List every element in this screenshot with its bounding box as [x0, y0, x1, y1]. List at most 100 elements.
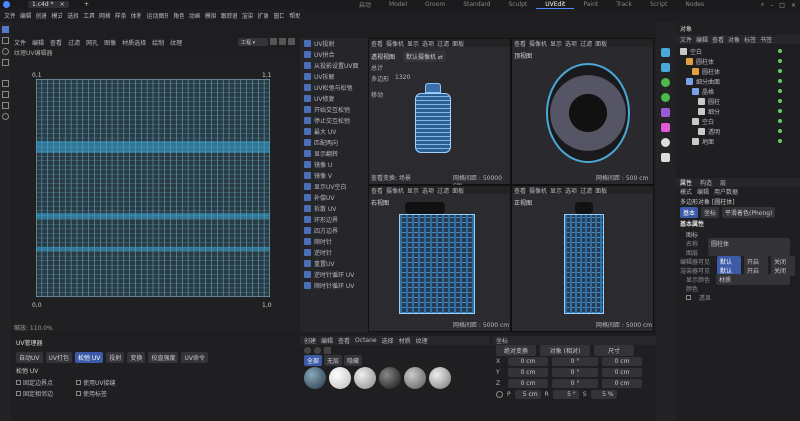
- layout-tab[interactable]: 启动: [350, 0, 380, 9]
- uv-manager-tab[interactable]: 投射: [106, 351, 125, 363]
- viewport-menu-item[interactable]: 过滤: [437, 39, 449, 48]
- uv-tool-button[interactable]: 逆时针循环 UV: [300, 269, 368, 280]
- uv-manager-tab[interactable]: 自动UV: [16, 351, 43, 363]
- visibility-dots[interactable]: [778, 109, 782, 113]
- main-menu-item[interactable]: 工具: [83, 11, 94, 20]
- uv-tool-button[interactable]: 显示UV空白: [300, 181, 368, 192]
- viewport-menu-item[interactable]: 查看: [514, 39, 526, 48]
- attr-tab[interactable]: 属性: [680, 178, 692, 187]
- main-menu-item[interactable]: 窗口: [273, 11, 284, 20]
- maximize-icon[interactable]: □: [779, 2, 785, 9]
- uv-tool-button[interactable]: 拆散 UV: [300, 203, 368, 214]
- material-menu-item[interactable]: 选择: [382, 336, 394, 345]
- object-row[interactable]: 细分曲面: [676, 76, 800, 86]
- objects-menu-item[interactable]: 对象: [728, 35, 740, 44]
- main-menu-item[interactable]: 动画: [189, 11, 200, 20]
- material-filter[interactable]: 无层: [324, 354, 343, 366]
- uv-menu-item[interactable]: 材质选择: [122, 38, 146, 47]
- main-menu-item[interactable]: 模式: [51, 11, 62, 20]
- display-color-dropdown[interactable]: 材质: [716, 274, 790, 285]
- viewport-menu-item[interactable]: 显示: [550, 186, 562, 195]
- uv-menu-item[interactable]: 图像: [104, 38, 116, 47]
- cloner-icon[interactable]: [661, 63, 670, 72]
- viewport-perspective[interactable]: 查看 摄像机 显示 选项 过滤 面板 透视视图 默认摄像机 ⇄ 总计 多边形 1320 移…: [368, 38, 511, 189]
- attr-menu-item[interactable]: 用户数据: [714, 187, 738, 196]
- uv-tool-button[interactable]: 最大 UV: [300, 126, 368, 137]
- viewport-menu-item[interactable]: 显示: [407, 39, 419, 48]
- uv-manager-option[interactable]: 固定相邻边: [16, 389, 76, 398]
- option-checkbox[interactable]: [76, 391, 81, 396]
- points-mode-icon[interactable]: [2, 80, 9, 87]
- main-menu-item[interactable]: 样条: [115, 11, 126, 20]
- xray-checkbox[interactable]: [686, 295, 691, 300]
- visibility-dots[interactable]: [778, 79, 782, 83]
- coordinates-tab[interactable]: 坐标: [496, 336, 508, 345]
- main-menu-item[interactable]: 选择: [67, 11, 78, 20]
- deformer-icon[interactable]: [661, 108, 670, 117]
- material-swatch[interactable]: [329, 367, 351, 389]
- uv-mode-dropdown[interactable]: 工程 ▾: [238, 38, 268, 46]
- main-menu-item[interactable]: 运动图形: [146, 11, 168, 20]
- fit-icon[interactable]: [270, 38, 277, 45]
- attr-menu-item[interactable]: 模式: [680, 187, 692, 196]
- picker-icon[interactable]: [324, 346, 331, 354]
- uv-tool-button[interactable]: 补偿UV: [300, 192, 368, 203]
- uv-tool-button[interactable]: UV拼合: [300, 49, 368, 60]
- disk-model[interactable]: [546, 63, 630, 163]
- object-row[interactable]: 晶格: [676, 86, 800, 96]
- viewport-front[interactable]: 查看 摄像机 显示 选项 过滤 面板 正视图 网格间距 : 5000 cm: [511, 185, 654, 332]
- visibility-dots[interactable]: [778, 119, 782, 123]
- uv-tool-button[interactable]: UV修复: [300, 93, 368, 104]
- object-row[interactable]: 细分: [676, 106, 800, 116]
- viewport-menu-item[interactable]: 查看: [371, 39, 383, 48]
- layout-tab[interactable]: UVEdit: [536, 1, 575, 9]
- uv-menu-item[interactable]: 编辑: [32, 38, 44, 47]
- reset-icon[interactable]: [496, 391, 503, 398]
- grid-toggle-icon[interactable]: [279, 38, 286, 45]
- coord-position-field[interactable]: 0 cm: [508, 368, 548, 377]
- uv-tool-button[interactable]: 四方边界: [300, 225, 368, 236]
- attr-subtab[interactable]: 基本: [680, 206, 699, 218]
- edges-mode-icon[interactable]: [2, 91, 9, 98]
- bottle-model[interactable]: [413, 83, 453, 173]
- magnet-icon[interactable]: [2, 113, 9, 120]
- viewport-menu-item[interactable]: 查看: [514, 186, 526, 195]
- visibility-dots[interactable]: [778, 139, 782, 143]
- new-tab-button[interactable]: +: [84, 1, 89, 8]
- uv-manager-tab[interactable]: 变换: [127, 351, 146, 363]
- polygons-mode-icon[interactable]: [2, 102, 9, 109]
- coord-position-field[interactable]: 0 cm: [508, 357, 548, 366]
- uv-menu-item[interactable]: 过滤: [68, 38, 80, 47]
- coord-rotation-field[interactable]: 0 °: [552, 379, 598, 388]
- viewport-menu-item[interactable]: 过滤: [580, 39, 592, 48]
- coord-mode-absolute[interactable]: 绝对变换: [496, 345, 536, 356]
- viewport-menu-item[interactable]: 显示: [407, 186, 419, 195]
- main-menu-item[interactable]: 角色: [173, 11, 184, 20]
- main-menu-item[interactable]: 帮助: [289, 11, 300, 20]
- main-menu-item[interactable]: 编辑: [20, 11, 31, 20]
- coord-mode-size[interactable]: 尺寸: [594, 345, 634, 356]
- objects-menu-item[interactable]: 编辑: [696, 35, 708, 44]
- viewport-menu-item[interactable]: 查看: [371, 186, 383, 195]
- add-material-icon[interactable]: [304, 346, 311, 354]
- close-tab-icon[interactable]: ×: [60, 1, 65, 8]
- material-menu-item[interactable]: Octane: [355, 337, 377, 344]
- viewport-menu-item[interactable]: 面板: [595, 186, 607, 195]
- uv-tool-button[interactable]: 镜像 U: [300, 159, 368, 170]
- material-filter[interactable]: 全部: [304, 354, 323, 366]
- object-row[interactable]: 圆柱: [676, 96, 800, 106]
- viewport-right[interactable]: 查看 摄像机 显示 选项 过滤 面板 右视图 网格间距 : 5000 cm: [368, 185, 511, 332]
- uv-tool-button[interactable]: 从投影设置UV面: [300, 60, 368, 71]
- layout-tab[interactable]: Model: [380, 1, 416, 8]
- camera-icon[interactable]: [661, 153, 670, 162]
- s-field[interactable]: 5 %: [590, 390, 617, 399]
- attr-tab[interactable]: 层: [720, 178, 726, 187]
- material-menu-item[interactable]: 查看: [338, 336, 350, 345]
- viewport-menu-item[interactable]: 选项: [422, 39, 434, 48]
- uv-tool-button[interactable]: UV松弛与松弛: [300, 82, 368, 93]
- viewport-menu-item[interactable]: 面板: [595, 39, 607, 48]
- layout-tab[interactable]: Track: [607, 1, 641, 8]
- uv-tool-button[interactable]: 停止交互松弛: [300, 115, 368, 126]
- generator-icon[interactable]: [661, 78, 670, 87]
- material-menu-item[interactable]: 材质: [399, 336, 411, 345]
